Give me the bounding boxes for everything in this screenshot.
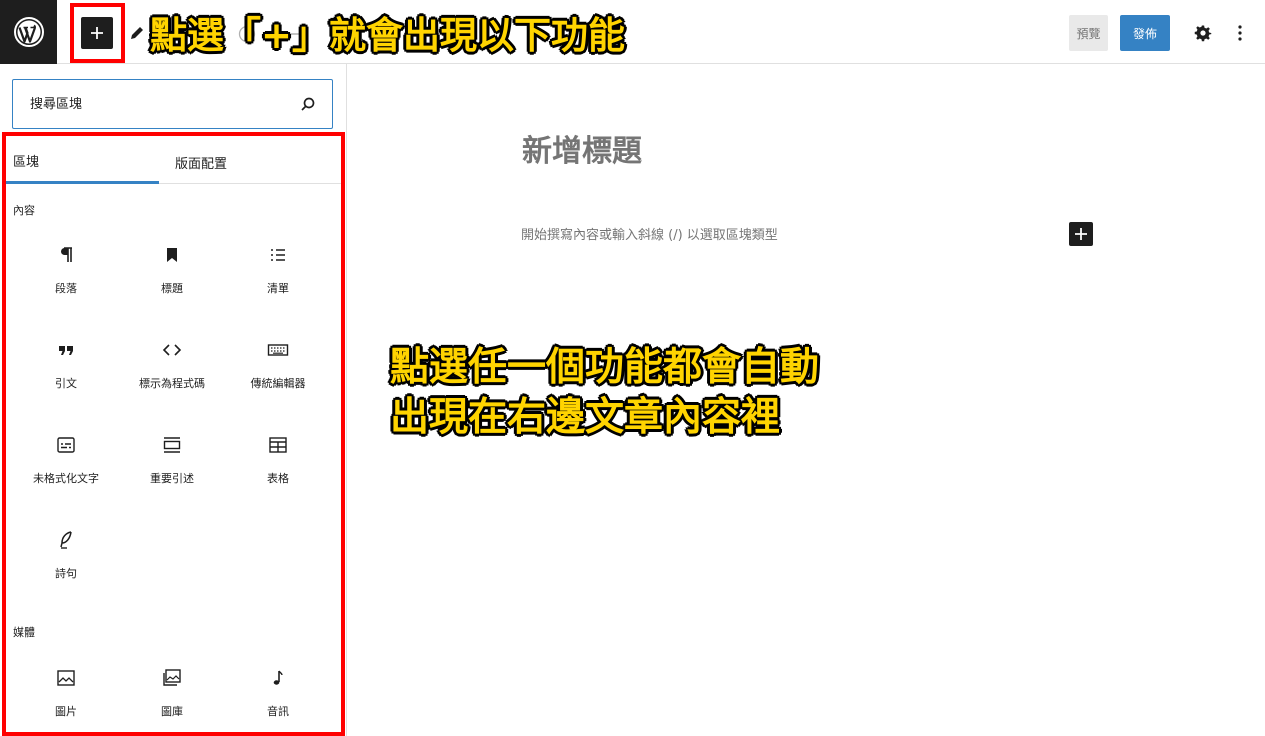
gear-icon[interactable] (1194, 24, 1212, 42)
preview-button[interactable]: 預覽 (1069, 15, 1108, 51)
heading-icon (167, 248, 177, 262)
add-block-button[interactable] (1069, 222, 1093, 246)
block-search-input[interactable] (30, 96, 290, 112)
annotation-middle-text: 點選任一個功能都會自動 出現在右邊文章內容裡 (390, 343, 819, 443)
annotation-middle-line1: 點選任一個功能都會自動 (390, 345, 820, 390)
block-inserter-panel: 區塊 版面配置 內容 段落 標題 清單 引文 標示為程式碼 (0, 64, 347, 736)
wordpress-logo-button[interactable] (0, 0, 57, 64)
table-icon (269, 437, 287, 453)
list-icon (271, 249, 285, 261)
keyboard-icon (267, 344, 289, 356)
image-icon (57, 670, 75, 686)
block-item-table[interactable]: 表格 (225, 434, 331, 514)
block-item-quote[interactable]: 引文 (13, 339, 119, 419)
post-body-placeholder[interactable]: 開始撰寫內容或輸入斜線 (/) 以選取區塊類型 (521, 224, 778, 243)
block-item-gallery[interactable]: 圖庫 (119, 667, 225, 736)
plus-icon (1075, 228, 1087, 240)
inserter-tabs: 區塊 版面配置 (3, 140, 341, 184)
annotation-top-text: 點選「+」就會出現以下功能 (150, 14, 626, 57)
block-item-pullquote[interactable]: 重要引述 (119, 434, 225, 514)
post-title-input[interactable]: 新增標題 (522, 126, 642, 170)
block-item-paragraph[interactable]: 段落 (13, 244, 119, 324)
gallery-icon (163, 669, 181, 686)
tab-blocks[interactable]: 區塊 (3, 140, 159, 184)
annotation-highlight-box-top (70, 3, 125, 63)
block-search-box[interactable] (12, 79, 333, 129)
block-item-code[interactable]: 標示為程式碼 (119, 339, 225, 419)
tab-patterns[interactable]: 版面配置 (159, 140, 315, 184)
pullquote-icon (163, 437, 181, 453)
block-item-list[interactable]: 清單 (225, 244, 331, 324)
block-item-classic[interactable]: 傳統編輯器 (225, 339, 331, 419)
verse-icon (60, 531, 72, 549)
block-item-heading[interactable]: 標題 (119, 244, 225, 324)
publish-button[interactable]: 發佈 (1120, 15, 1170, 51)
preformatted-icon (57, 437, 75, 453)
category-label-text: 內容 (13, 204, 35, 217)
block-item-image[interactable]: 圖片 (13, 667, 119, 736)
category-label-media: 媒體 (13, 626, 35, 639)
paragraph-icon (61, 247, 72, 262)
more-options-icon[interactable] (1234, 24, 1246, 42)
annotation-middle-line2: 出現在右邊文章內容裡 (390, 395, 781, 440)
edit-tools-icon[interactable] (128, 24, 146, 42)
audio-icon (273, 670, 283, 685)
block-item-preformatted[interactable]: 未格式化文字 (13, 434, 119, 514)
wordpress-logo-icon (13, 17, 44, 47)
quote-icon (59, 346, 73, 355)
search-icon (301, 97, 315, 111)
code-icon (162, 344, 182, 356)
block-item-verse[interactable]: 詩句 (13, 529, 119, 609)
block-item-audio[interactable]: 音訊 (225, 667, 331, 736)
editor-header: 點選「+」就會出現以下功能 預覽 發佈 (0, 0, 1265, 64)
